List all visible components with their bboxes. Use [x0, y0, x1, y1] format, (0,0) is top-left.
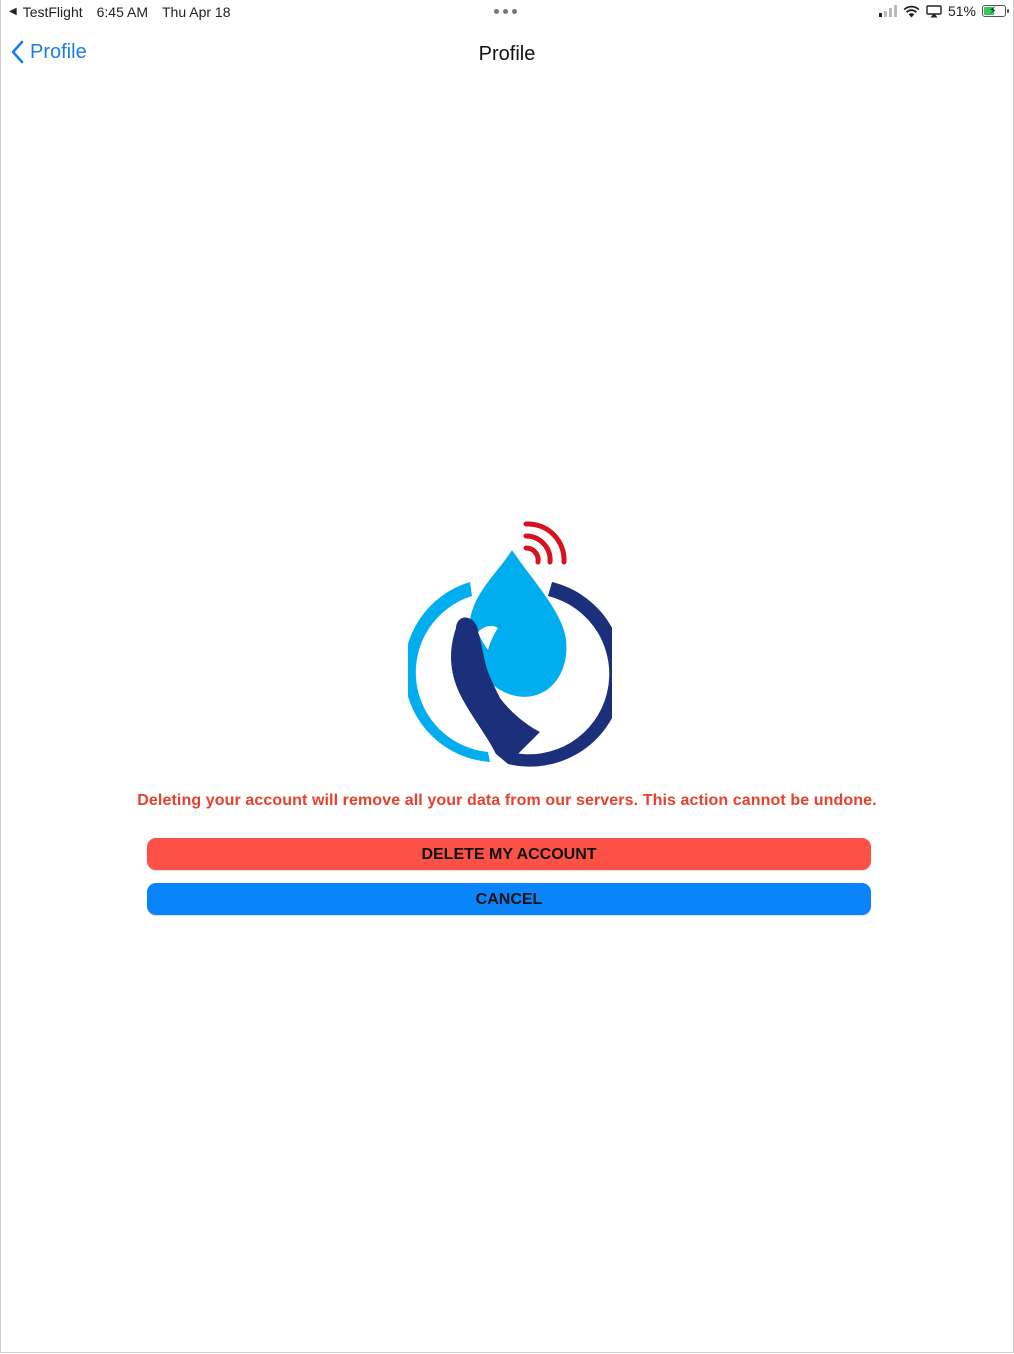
- airplay-icon: [926, 4, 942, 17]
- status-date: Thu Apr 18: [162, 4, 231, 20]
- back-to-app-label[interactable]: TestFlight: [23, 4, 83, 20]
- multitasking-dots-icon[interactable]: [494, 9, 517, 14]
- back-to-app-icon[interactable]: ◀: [9, 5, 17, 19]
- page-title: Profile: [478, 43, 536, 65]
- status-time: 6:45 AM: [96, 4, 148, 20]
- app-logo: [408, 521, 612, 767]
- wifi-icon: [903, 5, 920, 17]
- cellular-signal-icon: [878, 5, 897, 17]
- battery-percent: 51%: [947, 3, 976, 19]
- status-bar-left: ◀ TestFlight 6:45 AM Thu Apr 18: [9, 4, 231, 20]
- status-bar: ◀ TestFlight 6:45 AM Thu Apr 18 51% ⚡: [0, 0, 1014, 26]
- battery-icon: ⚡: [982, 5, 1009, 17]
- logo-signal-wave-1: [523, 545, 541, 565]
- status-bar-right: 51% ⚡: [878, 3, 1009, 19]
- charging-bolt-icon: ⚡: [989, 5, 997, 17]
- delete-account-button[interactable]: DELETE MY ACCOUNT: [147, 838, 871, 870]
- navigation-bar: Profile Profile: [0, 30, 1014, 80]
- delete-warning-text: Deleting your account will remove all yo…: [137, 792, 877, 809]
- cancel-button[interactable]: CANCEL: [147, 883, 871, 915]
